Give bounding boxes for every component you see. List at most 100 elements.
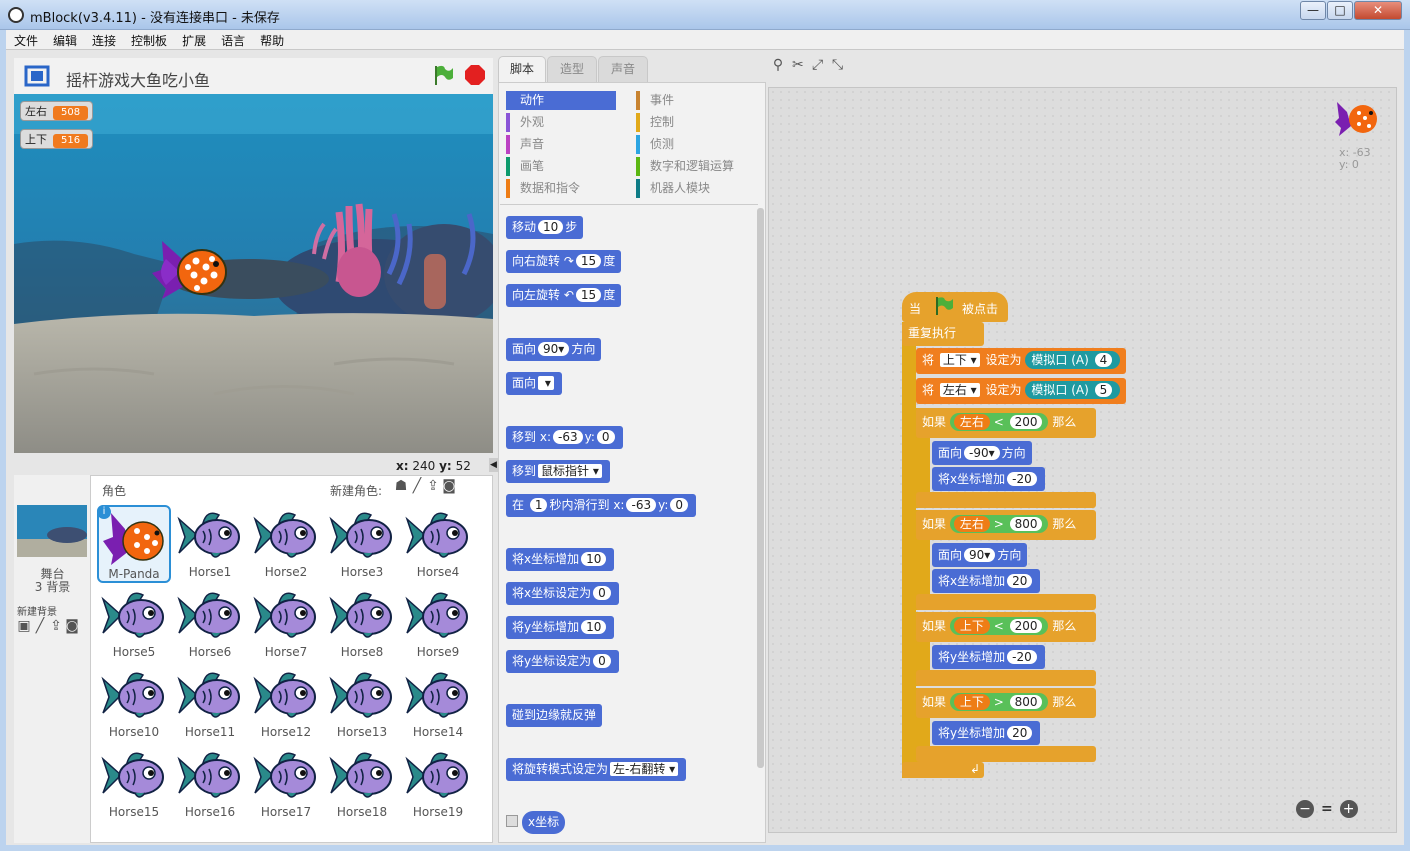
category-8[interactable]: 数字和逻辑运算 [636,157,746,176]
sprite-tile[interactable]: Horse1 [173,505,247,583]
duplicate-icon[interactable]: ⚲ [770,57,786,73]
script-area[interactable] [768,87,1397,833]
upload-sprite-icon[interactable]: ⇪ [425,478,441,494]
sprite-tile[interactable]: Horse15 [97,745,171,823]
if-left-lt-200[interactable]: 如果 左右 < 200 那么 [916,408,1096,438]
block-point-direction[interactable]: 面向 90▾ 方向 [506,338,602,361]
panda-fish-sprite[interactable] [152,239,232,305]
paint-backdrop-icon[interactable]: ╱ [32,618,48,634]
sprite-tile[interactable]: Horse10 [97,665,171,743]
sprite-tile[interactable]: Horse7 [249,585,323,663]
category-0[interactable]: 动作 [506,91,616,110]
zoom-in-icon[interactable]: + [1339,800,1358,818]
camera-backdrop-icon[interactable]: ◙ [64,618,80,634]
face-minus-90[interactable]: 面向 -90▾ 方向 [932,441,1032,465]
delete-icon[interactable]: ✂ [790,57,806,73]
block-rotation-style[interactable]: 将旋转模式设定为 左-右翻转 ▾ [506,758,687,781]
minimize-button[interactable]: — [1300,1,1326,20]
sprite-tile[interactable]: Horse12 [249,665,323,743]
block-set-x[interactable]: 将x坐标设定为 0 [506,582,619,605]
sprite-tile[interactable]: Horse14 [401,665,475,743]
tab-costumes[interactable]: 造型 [547,56,597,82]
project-title[interactable]: 摇杆游戏大鱼吃小鱼 [66,67,210,91]
if-left-gt-800[interactable]: 如果 左右 > 800 那么 [916,510,1096,540]
set-var-leftright[interactable]: 将 左右 ▾ 设定为 模拟口 (A) 5 [916,378,1127,404]
block-glide[interactable]: 在 1 秒内滑行到 x: -63 y: 0 [506,494,697,517]
backdrop-library-icon[interactable]: ▣ [16,618,32,634]
info-icon[interactable]: i [97,505,111,519]
green-flag-icon[interactable] [432,64,454,86]
sprite-tile[interactable]: Horse11 [173,665,247,743]
stage-thumbnail[interactable] [17,505,87,557]
sprite-tile[interactable]: Horse3 [325,505,399,583]
menu-file[interactable]: 文件 [6,30,45,49]
category-6[interactable]: 控制 [636,113,746,132]
menu-connect[interactable]: 连接 [84,30,123,49]
block-bounce[interactable]: 碰到边缘就反弹 [506,704,603,727]
camera-sprite-icon[interactable]: ◙ [441,478,457,494]
set-var-updown[interactable]: 将 上下 ▾ 设定为 模拟口 (A) 4 [916,348,1127,374]
forever-block[interactable]: 重复执行 [902,322,984,346]
category-9[interactable]: 机器人模块 [636,179,746,198]
tab-sounds[interactable]: 声音 [598,56,648,82]
block-goto-xy[interactable]: 移到 x: -63 y: 0 [506,426,623,449]
if-updown-lt-200[interactable]: 如果 上下 < 200 那么 [916,612,1096,642]
sprite-tile[interactable]: Horse17 [249,745,323,823]
tab-scripts[interactable]: 脚本 [498,56,546,82]
block-turn-left[interactable]: 向左旋转 ↶ 15 度 [506,284,622,307]
stage[interactable]: 左右 508 上下 516 [14,94,493,453]
fullscreen-icon[interactable] [24,65,50,87]
sprite-tile[interactable]: Horse16 [173,745,247,823]
block-change-x[interactable]: 将x坐标增加 10 [506,548,615,571]
sprite-tile[interactable]: Horse18 [325,745,399,823]
sprite-tile[interactable]: Horse4 [401,505,475,583]
maximize-button[interactable]: □ [1327,1,1353,20]
upload-backdrop-icon[interactable]: ⇪ [48,618,64,634]
stop-icon[interactable] [464,64,486,86]
menu-board[interactable]: 控制板 [123,30,174,49]
category-1[interactable]: 外观 [506,113,616,132]
block-change-y[interactable]: 将y坐标增加 10 [506,616,615,639]
x-position-checkbox[interactable] [506,815,518,827]
menu-edit[interactable]: 编辑 [45,30,84,49]
change-y-minus-20[interactable]: 将y坐标增加 -20 [932,645,1045,669]
category-5[interactable]: 事件 [636,91,746,110]
sprite-tile[interactable]: Horse8 [325,585,399,663]
block-move[interactable]: 移动 10 步 [506,216,584,239]
category-7[interactable]: 侦测 [636,135,746,154]
sprite-tile[interactable]: Horse19 [401,745,475,823]
category-4[interactable]: 数据和指令 [506,179,616,198]
block-point-towards[interactable]: 面向 ▾ [506,372,562,395]
change-x-minus-20[interactable]: 将x坐标增加 -20 [932,467,1045,491]
grow-icon[interactable]: ⤢ [810,57,826,73]
if-updown-gt-800[interactable]: 如果 上下 > 800 那么 [916,688,1096,718]
block-turn-right[interactable]: 向右旋转 ↷ 15 度 [506,250,622,273]
sprite-tile[interactable]: Horse6 [173,585,247,663]
sprite-tile[interactable]: Horse5 [97,585,171,663]
sprite-library-icon[interactable]: ☗ [393,478,409,494]
sprite-tile[interactable]: M-Panda i [97,505,171,583]
block-set-y[interactable]: 将y坐标设定为 0 [506,650,619,673]
sprite-tile[interactable]: Horse13 [325,665,399,743]
face-90[interactable]: 面向 90▾ 方向 [932,543,1028,567]
menu-language[interactable]: 语言 [213,30,252,49]
hat-block-when-flag[interactable]: 当 被点击 [902,292,1008,322]
paint-sprite-icon[interactable]: ╱ [409,478,425,494]
zoom-reset-icon[interactable]: = [1318,800,1336,818]
stage-thumbnail-panel[interactable]: 舞台 3 背景 新建背景 ▣ ╱ ⇪ ◙ [14,475,91,843]
menu-help[interactable]: 帮助 [252,30,291,49]
sprite-tile[interactable]: Horse9 [401,585,475,663]
zoom-out-icon[interactable]: − [1296,800,1314,818]
reporter-x-position[interactable]: x坐标 [522,811,566,834]
change-y-20[interactable]: 将y坐标增加 20 [932,721,1041,745]
change-x-20[interactable]: 将x坐标增加 20 [932,569,1041,593]
collapse-stage-icon[interactable]: ◀ [489,458,498,472]
close-button[interactable]: ✕ [1354,1,1402,20]
block-goto[interactable]: 移到 鼠标指针 ▾ [506,460,610,483]
category-2[interactable]: 声音 [506,135,616,154]
category-3[interactable]: 画笔 [506,157,616,176]
palette-scrollbar[interactable] [757,208,764,768]
shrink-icon[interactable]: ⤡ [829,57,845,73]
sprite-tile[interactable]: Horse2 [249,505,323,583]
menu-extensions[interactable]: 扩展 [174,30,213,49]
